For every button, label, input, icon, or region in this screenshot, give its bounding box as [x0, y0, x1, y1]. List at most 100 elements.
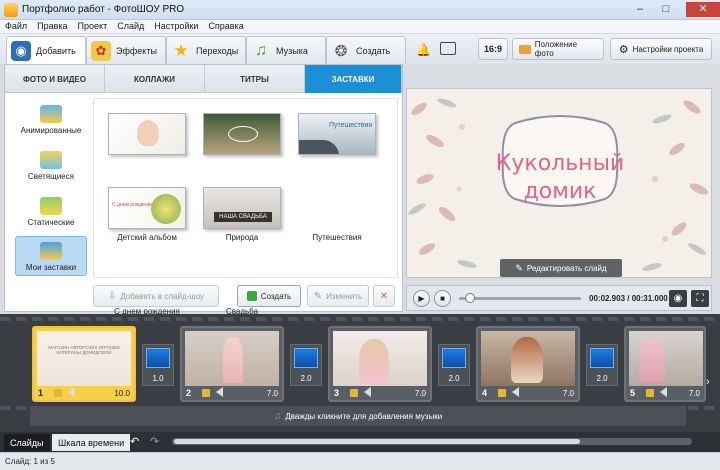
camera-icon: ◉: [11, 40, 31, 61]
edit-slide-button[interactable]: ✎ Редактировать слайд: [500, 259, 622, 277]
edit-slide-icon[interactable]: [498, 389, 506, 397]
delete-intro-button[interactable]: ✕: [373, 285, 395, 307]
snapshot-camera-icon[interactable]: ◉: [669, 290, 687, 307]
film-reel-icon: ❂: [334, 42, 348, 60]
scrollbar-thumb[interactable]: [174, 439, 580, 444]
seek-bar[interactable]: [459, 293, 581, 303]
project-settings-button[interactable]: ⚙ Настройки проекта: [610, 38, 712, 60]
menu-file[interactable]: Файл: [0, 20, 32, 32]
redo-icon[interactable]: ↷: [150, 435, 159, 448]
tab-transitions[interactable]: ★ Переходы: [166, 36, 246, 64]
slide-thumb[interactable]: МАГАЗИН АВТОРСКИХ ИГРУШЕК КАТЕРИНЫ ДЕМИД…: [32, 326, 136, 402]
add-to-slideshow-button[interactable]: ⇩ Добавить в слайд-шоу: [93, 285, 219, 307]
slide-thumb[interactable]: 4 7.0: [476, 326, 580, 402]
transition-thumb[interactable]: 2.0: [586, 344, 618, 386]
category-static-label: Статические: [27, 218, 75, 227]
tab-add[interactable]: ◉ Добавить: [6, 36, 86, 64]
doll-shape: [511, 337, 543, 383]
my-intros-icon: [40, 242, 62, 260]
edit-slide-icon[interactable]: [350, 389, 358, 397]
stop-button[interactable]: ■: [434, 290, 451, 307]
tab-slides[interactable]: Слайды: [4, 434, 50, 451]
animated-icon: [40, 105, 62, 123]
maximize-button[interactable]: □: [656, 2, 676, 17]
slide-duration: 7.0: [414, 389, 426, 398]
category-static[interactable]: Статические: [15, 190, 87, 230]
intro-thumb-wedding[interactable]: НАША СВАДЬБА: [203, 187, 281, 229]
slide-number: 3: [334, 388, 340, 398]
photo-position-label: Положение фото: [534, 40, 578, 58]
intro-label: Природа: [225, 233, 259, 242]
aspect-ratio-button[interactable]: 16:9: [478, 38, 508, 60]
minimize-button[interactable]: –: [630, 2, 650, 17]
category-my-intros[interactable]: Мои заставки: [15, 236, 87, 276]
seek-knob[interactable]: [465, 293, 475, 303]
intro-thumb-travel[interactable]: Путешествия: [298, 113, 376, 155]
image-icon[interactable]: [440, 42, 456, 55]
create-intro-button[interactable]: Создать: [237, 285, 301, 307]
sound-icon[interactable]: [512, 387, 519, 397]
edit-slide-icon[interactable]: [54, 389, 62, 397]
tab-music[interactable]: ♫ Музыка: [246, 36, 326, 64]
menu-slide[interactable]: Слайд: [112, 20, 149, 32]
intro-thumb-birthday[interactable]: С днем рождения: [108, 187, 186, 229]
undo-icon[interactable]: ↶: [130, 435, 139, 448]
menu-settings[interactable]: Настройки: [149, 20, 203, 32]
transition-icon: [442, 348, 466, 368]
tab-effects[interactable]: ✿ Эффекты: [86, 36, 166, 64]
delete-icon: ✕: [379, 290, 389, 302]
subtab-intros[interactable]: ЗАСТАВКИ: [305, 65, 402, 93]
edit-slide-icon[interactable]: [202, 389, 210, 397]
edit-intro-label: Изменить: [326, 291, 363, 301]
doll-shape: [639, 337, 665, 383]
sound-icon[interactable]: [660, 387, 667, 397]
subtab-collages[interactable]: КОЛЛАЖИ: [105, 65, 205, 93]
slide-image: [185, 331, 279, 386]
sound-icon[interactable]: [364, 387, 371, 397]
timeline-scrollbar[interactable]: [172, 438, 692, 445]
doll-shape: [359, 339, 389, 383]
menu-edit[interactable]: Правка: [32, 20, 72, 32]
slide-thumb[interactable]: 3 7.0: [328, 326, 432, 402]
category-glowing[interactable]: Светящиеся: [15, 144, 87, 184]
birthday-thumb-text: С днем рождения: [112, 202, 154, 208]
edit-slide-icon[interactable]: [646, 389, 654, 397]
play-icon: ▶: [418, 294, 425, 303]
slide-duration: 7.0: [688, 389, 700, 398]
photo-position-button[interactable]: Положение фото: [512, 38, 604, 60]
scroll-right-icon[interactable]: ›: [706, 376, 710, 388]
transition-icon: [294, 348, 318, 368]
status-bar: Слайд: 1 из 5: [0, 452, 720, 470]
transition-thumb[interactable]: 2.0: [290, 344, 322, 386]
subtab-photo-video[interactable]: ФОТО И ВИДЕО: [5, 65, 105, 93]
transition-thumb[interactable]: 1.0: [142, 344, 174, 386]
intro-thumb-nature[interactable]: [203, 113, 281, 155]
slide-image: [629, 331, 703, 386]
edit-intro-button[interactable]: ✎ Изменить: [307, 285, 369, 307]
bell-icon[interactable]: 🔔: [416, 43, 431, 57]
intro-label: Детский альбом: [117, 233, 177, 242]
time-readout: 00:02.903 / 00:31.000: [589, 294, 668, 303]
title-bar: Портфолио работ - ФотоШОУ PRO – □ ✕: [0, 0, 720, 20]
intro-categories: Анимированные Светящиеся Статические Мои…: [11, 98, 89, 278]
menu-project[interactable]: Проект: [73, 20, 113, 32]
panel-footer: ⇩ Добавить в слайд-шоу Создать ✎ Изменит…: [5, 283, 402, 311]
sound-icon[interactable]: [68, 387, 75, 397]
slide-number: 5: [630, 388, 636, 398]
play-button[interactable]: ▶: [413, 290, 430, 307]
sound-icon[interactable]: [216, 387, 223, 397]
tab-create[interactable]: ❂ Создать: [326, 36, 406, 64]
subtab-titles[interactable]: ТИТРЫ: [205, 65, 305, 93]
close-button[interactable]: ✕: [686, 2, 720, 17]
transition-thumb[interactable]: 2.0: [438, 344, 470, 386]
fullscreen-icon[interactable]: ⛶: [691, 290, 709, 307]
slide-thumb[interactable]: 2 7.0: [180, 326, 284, 402]
slide-thumb[interactable]: 5 7.0: [624, 326, 706, 402]
music-track[interactable]: ♫ Дважды кликните для добавления музыки: [30, 406, 686, 426]
intro-thumb-kids-album[interactable]: [108, 113, 186, 155]
transition-duration: 2.0: [448, 374, 460, 383]
menu-help[interactable]: Справка: [203, 20, 248, 32]
category-animated[interactable]: Анимированные: [15, 98, 87, 138]
player-controls: ▶ ■ 00:02.903 / 00:31.000 ◉ ⛶: [406, 285, 712, 311]
tab-timeline-scale[interactable]: Шкала времени: [52, 434, 131, 451]
